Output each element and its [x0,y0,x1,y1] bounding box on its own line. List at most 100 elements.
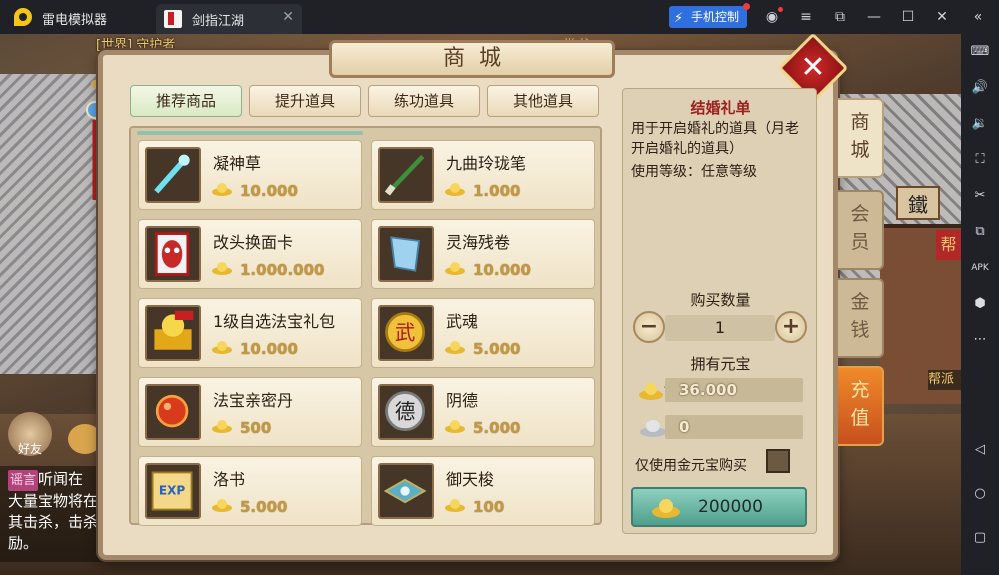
tab-other-items[interactable]: 其他道具 [487,85,599,117]
buy-button[interactable]: 200000 [631,487,807,527]
item-price: 100 [473,498,505,516]
side-tab-money[interactable]: 金钱 [838,278,884,358]
silver-ingot-amount: 0 [665,415,803,439]
collapse-sidebar-icon[interactable]: « [968,7,988,27]
restore-window-icon[interactable]: ⧉ [830,7,850,27]
gold-ingot-icon [652,499,680,518]
item-price: 5.000 [473,340,521,358]
chat-bubble-icon[interactable] [68,424,102,454]
tab-label: 剑指江湖 [192,14,245,29]
notification-dot [743,3,750,10]
close-window-icon[interactable]: ✕ [932,7,952,27]
shop-item[interactable]: 凝神草 10.000 [138,140,362,210]
brush-icon [378,147,434,203]
lightning-icon: ⚡ [674,11,684,26]
gold-ingot-icon [212,262,232,275]
shuttle-icon [378,463,434,519]
shop-item[interactable]: 1级自选法宝礼包 10.000 [138,298,362,368]
menu-icon[interactable]: ≡ [796,7,816,27]
mask-card-icon [145,226,201,282]
keyboard-icon[interactable]: ⌨ [968,40,992,64]
tab-training-items[interactable]: 练功道具 [368,85,480,117]
side-tab-label: 金钱 [850,291,870,341]
gold-ingot-icon [212,420,232,433]
treasure-pack-icon [145,305,201,361]
shop-item[interactable]: 武 武魂 5.000 [371,298,595,368]
virtue-icon: 德 [378,384,434,440]
tab-upgrade-items[interactable]: 提升道具 [249,85,361,117]
quantity-input[interactable]: 1 [665,315,775,341]
gold-ingot-icon [212,183,232,196]
item-price: 1.000 [473,182,521,200]
multi-window-icon[interactable]: ⧉ [968,220,992,244]
item-name: 改头换面卡 [213,233,294,252]
gold-ingot-icon [445,341,465,354]
ldplayer-logo-icon [14,8,32,26]
tab-close-icon[interactable]: ✕ [282,9,294,25]
chat-line: 励。 [8,534,39,552]
chat-box[interactable]: 谣言 听闻在 大量宝物将在 其击杀，击杀 励。 [0,466,110,562]
owned-currency-label: 拥有元宝 [690,355,751,373]
item-name: 御天梭 [446,470,495,489]
side-tab-label: 会员 [850,203,870,253]
quantity-increase-button[interactable]: + [775,311,807,343]
user-icon[interactable]: ◉ [762,7,783,27]
side-tab-shop[interactable]: 商城 [838,98,884,178]
side-tab-vip[interactable]: 会员 [838,190,884,270]
minimize-icon[interactable]: — [864,7,884,27]
item-price: 500 [240,419,272,437]
shop-item[interactable]: EXP 洛书 5.000 [138,456,362,526]
tab-game[interactable]: 剑指江湖 ✕ [156,4,302,34]
recent-apps-icon[interactable]: ▢ [968,526,992,550]
shop-item[interactable]: 德 阴德 5.000 [371,377,595,447]
emulator-titlebar: 雷电模拟器 剑指江湖 ✕ ⚡ 手机控制 ◉ ≡ ⧉ — ☐ ✕ « [0,0,999,34]
gold-ingot-icon [212,341,232,354]
gold-ingot-icon [445,420,465,433]
friend-button[interactable]: 好友 [8,412,52,456]
item-price: 10.000 [240,340,298,358]
gold-ingot-icon [445,262,465,275]
pill-icon [145,384,201,440]
fullscreen-icon[interactable]: ⛶ [968,148,992,172]
item-name: 九曲玲珑笔 [446,154,527,173]
item-price: 5.000 [473,419,521,437]
phone-control-label: 手机控制 [691,10,740,24]
more-icon[interactable]: ⋯ [968,328,992,352]
settings-hex-icon[interactable]: ⬢ [968,292,992,316]
gold-ingot-icon [212,499,232,512]
volume-up-icon[interactable]: 🔊 [968,76,992,100]
gold-only-label: 仅使用金元宝购买 [635,458,747,474]
shop-item[interactable]: 法宝亲密丹 500 [138,377,362,447]
scissors-icon[interactable]: ✂ [968,184,992,208]
apk-install-icon[interactable]: APK [968,256,992,280]
quantity-decrease-button[interactable]: − [633,311,665,343]
scroll-fragment-icon [378,226,434,282]
maximize-icon[interactable]: ☐ [898,7,918,27]
tab-recommended[interactable]: 推荐商品 [130,85,242,117]
gold-only-checkbox[interactable] [766,449,790,473]
martial-soul-icon: 武 [378,305,434,361]
buy-price: 200000 [698,497,763,517]
volume-down-icon[interactable]: 🔉 [968,112,992,136]
close-icon: ✕ [800,50,826,85]
back-icon[interactable]: ◁ [968,438,992,462]
home-icon[interactable]: ○ [968,482,992,506]
side-tab-label: 充值 [850,379,870,429]
item-name: 武魂 [446,312,479,331]
side-tab-label: 商城 [850,111,870,161]
shop-item[interactable]: 九曲玲珑笔 1.000 [371,140,595,210]
shop-item[interactable]: 改头换面卡 1.000.000 [138,219,362,289]
item-name: 阴德 [446,391,479,410]
shop-item[interactable]: 御天梭 100 [371,456,595,526]
emulator-sidebar: ⌨ 🔊 🔉 ⛶ ✂ ⧉ APK ⬢ ⋯ ◁ ○ ▢ [961,34,999,575]
item-name: 灵海残卷 [446,233,511,252]
svg-text:EXP: EXP [159,484,186,498]
friend-label: 好友 [17,442,42,456]
phone-control-button[interactable]: ⚡ 手机控制 [669,3,750,28]
side-tab-recharge[interactable]: 充值 [838,366,884,446]
exp-book-icon: EXP [145,463,201,519]
item-name: 凝神草 [213,154,262,173]
scroll-indicator [137,131,363,135]
gold-ingot-icon [445,499,465,512]
shop-item[interactable]: 灵海残卷 10.000 [371,219,595,289]
